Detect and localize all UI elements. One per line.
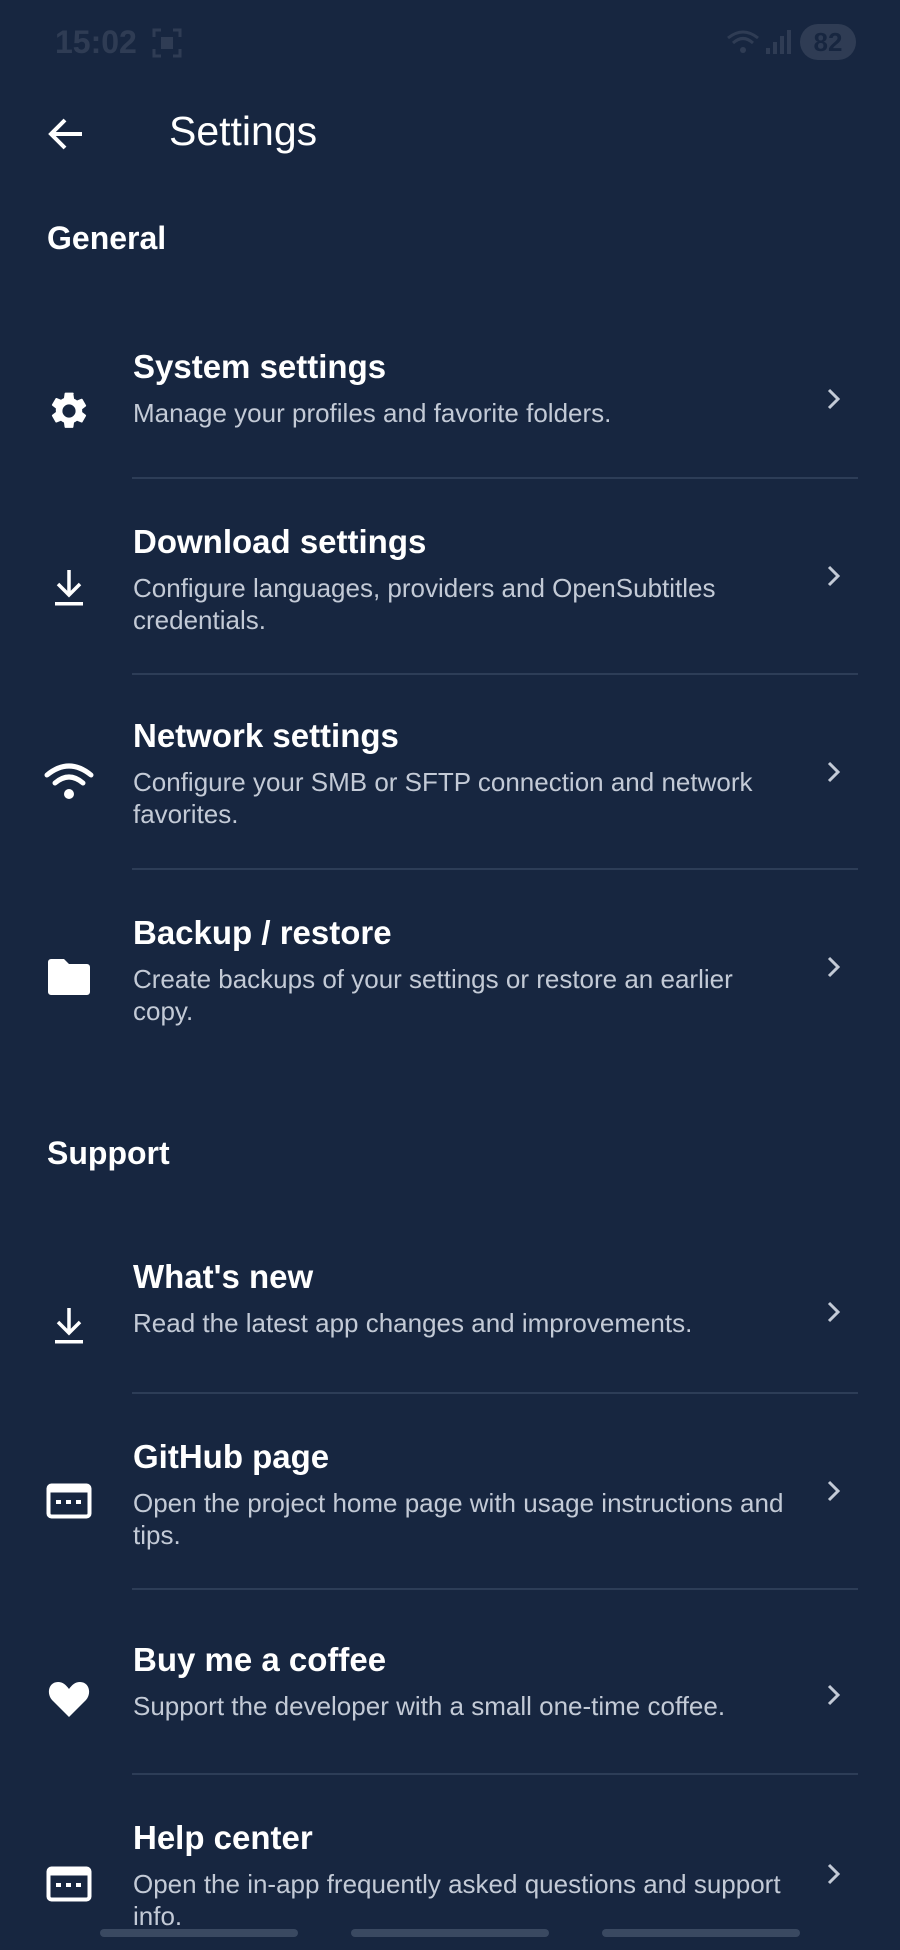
settings-item-title: System settings — [133, 348, 387, 385]
settings-item-text: Download settings Configure languages, p… — [133, 522, 793, 636]
gear-icon — [43, 385, 95, 437]
divider — [132, 1773, 858, 1775]
browser-window-icon — [43, 1475, 95, 1527]
nav-handle-center[interactable] — [351, 1929, 549, 1937]
settings-item-text: Buy me a coffee Support the developer wi… — [133, 1640, 793, 1722]
divider — [132, 1588, 858, 1590]
section-header-general: General — [47, 220, 167, 256]
settings-item-backup[interactable]: Backup / restore Create backups of your … — [0, 901, 900, 1063]
settings-item-subtitle: Configure languages, providers and OpenS… — [133, 573, 716, 635]
status-bar: 15:02 82 — [0, 0, 900, 84]
nav-handle-left[interactable] — [100, 1929, 298, 1937]
settings-item-download[interactable]: Download settings Configure languages, p… — [0, 510, 900, 672]
divider — [132, 673, 858, 675]
settings-item-subtitle: Manage your profiles and favorite folder… — [133, 398, 612, 428]
page-title: Settings — [169, 108, 318, 154]
settings-item-text: Network settings Configure your SMB or S… — [133, 716, 793, 830]
folder-icon — [43, 951, 95, 1003]
wifi-icon — [43, 756, 95, 808]
support-item-whats-new[interactable]: What's new Read the latest app changes a… — [0, 1252, 900, 1392]
settings-item-network[interactable]: Network settings Configure your SMB or S… — [0, 706, 900, 868]
heart-icon — [43, 1673, 95, 1725]
settings-item-system[interactable]: System settings Manage your profiles and… — [0, 335, 900, 480]
settings-item-title: Buy me a coffee — [133, 1641, 387, 1678]
download-icon — [43, 562, 95, 614]
back-button[interactable] — [36, 104, 96, 164]
settings-item-title: GitHub page — [133, 1438, 330, 1475]
settings-item-title: Network settings — [133, 717, 399, 754]
download-icon — [43, 1300, 95, 1352]
divider — [132, 868, 858, 870]
section-header-support: Support — [47, 1135, 170, 1171]
settings-item-text: System settings Manage your profiles and… — [133, 347, 793, 429]
wifi-status-icon — [727, 30, 759, 53]
app-bar: Settings — [0, 92, 900, 172]
settings-item-title: Backup / restore — [133, 914, 392, 951]
settings-item-subtitle: Read the latest app changes and improvem… — [133, 1308, 693, 1338]
signal-icon — [766, 30, 791, 54]
divider — [132, 1392, 858, 1394]
chevron-right-icon — [820, 562, 848, 590]
support-item-github[interactable]: GitHub page Open the project home page w… — [0, 1425, 900, 1587]
settings-item-subtitle: Configure your SMB or SFTP connection an… — [133, 767, 753, 829]
settings-item-subtitle: Support the developer with a small one-t… — [133, 1691, 726, 1721]
screenshot-icon — [152, 28, 182, 58]
support-item-buy-coffee[interactable]: Buy me a coffee Support the developer wi… — [0, 1621, 900, 1771]
arrow-left-icon — [48, 118, 82, 150]
chevron-right-icon — [820, 953, 848, 981]
status-time: 15:02 — [55, 24, 137, 60]
settings-item-title: Help center — [133, 1819, 313, 1856]
settings-item-text: GitHub page Open the project home page w… — [133, 1437, 793, 1551]
settings-item-text: What's new Read the latest app changes a… — [133, 1257, 793, 1339]
divider — [132, 477, 858, 479]
chevron-right-icon — [820, 758, 848, 786]
chevron-right-icon — [820, 385, 848, 413]
settings-item-subtitle: Open the project home page with usage in… — [133, 1488, 784, 1550]
settings-item-title: Download settings — [133, 523, 427, 560]
settings-item-subtitle: Create backups of your settings or resto… — [133, 964, 733, 1026]
settings-item-subtitle: Open the in-app frequently asked questio… — [133, 1869, 781, 1931]
settings-item-title: What's new — [133, 1258, 314, 1295]
nav-handle-right[interactable] — [602, 1929, 800, 1937]
settings-item-text: Help center Open the in-app frequently a… — [133, 1818, 793, 1932]
battery-indicator: 82 — [800, 24, 856, 60]
chevron-right-icon — [820, 1681, 848, 1709]
chevron-right-icon — [820, 1477, 848, 1505]
settings-screen: 15:02 82 Settings General System setting… — [0, 0, 900, 1950]
browser-window-icon — [43, 1858, 95, 1910]
chevron-right-icon — [820, 1298, 848, 1326]
settings-item-text: Backup / restore Create backups of your … — [133, 913, 793, 1027]
chevron-right-icon — [820, 1860, 848, 1888]
